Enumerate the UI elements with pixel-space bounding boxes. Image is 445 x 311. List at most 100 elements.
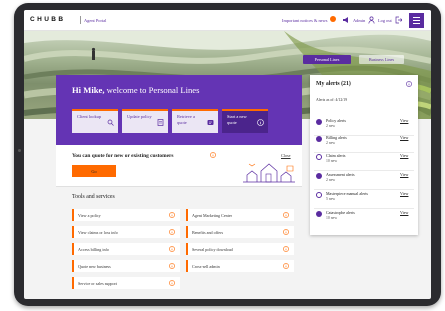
new-quote-card: You can quote for new or existing custom…: [56, 145, 302, 187]
tab-personal-lines[interactable]: Personal Lines: [303, 55, 351, 64]
document-icon: [157, 119, 164, 126]
tool-label: Quote new business: [78, 263, 111, 269]
alerts-date: Alerts as of: 4/12/19: [316, 98, 348, 102]
app-screen: CHUBB Agent Portal Important notices & n…: [24, 10, 431, 299]
claim-alert-icon: [316, 154, 322, 160]
go-button[interactable]: Go: [72, 165, 116, 177]
admin-link[interactable]: Admin: [353, 18, 365, 23]
info-icon: [257, 119, 264, 126]
notification-badge: [330, 16, 336, 22]
masterpiece-alert-icon: [316, 192, 322, 198]
update-policy-label: Update policy: [127, 114, 152, 119]
tool-policy-download[interactable]: Several policy download: [186, 243, 294, 255]
retrieve-quote-label: Retrieve a quote: [177, 114, 195, 125]
info-icon: [283, 246, 289, 252]
megaphone-icon[interactable]: [342, 16, 350, 24]
tool-quote-new-business[interactable]: Quote new business: [72, 260, 180, 272]
welcome-heading: Hi Mike, welcome to Personal Lines: [72, 85, 199, 95]
quote-icon: [207, 120, 214, 125]
alert-row-assessment[interactable]: Assessment alerts 2 new View: [314, 171, 414, 190]
start-new-quote-button[interactable]: Start a new quote: [222, 109, 268, 133]
tool-view-policy[interactable]: View a policy: [72, 209, 180, 221]
tool-service-support[interactable]: Service or sales support: [72, 277, 180, 289]
info-icon: [283, 229, 289, 235]
tool-label: Benefits and offers: [192, 229, 224, 235]
tool-view-claims[interactable]: View claims or loss info: [72, 226, 180, 238]
tool-benefits-offers[interactable]: Benefits and offers: [186, 226, 294, 238]
logout-link[interactable]: Log out: [378, 18, 392, 23]
alerts-title: My alerts (21): [316, 81, 351, 87]
tool-label: Service or sales support: [78, 280, 117, 286]
camera-dot: [18, 149, 21, 152]
info-icon: [169, 212, 175, 218]
alert-count: 2 new: [326, 141, 336, 145]
info-icon[interactable]: [210, 152, 216, 158]
alert-count: 10 new: [326, 216, 338, 220]
update-policy-button[interactable]: Update policy: [122, 109, 168, 133]
view-link[interactable]: View: [400, 118, 408, 123]
alert-row-billing[interactable]: Billing alerts 2 new View: [314, 134, 414, 153]
tool-cross-sell-admin[interactable]: Cross-sell admin: [186, 260, 294, 272]
welcome-panel: Hi Mike, welcome to Personal Lines Clien…: [56, 75, 302, 145]
policy-alert-icon: [316, 119, 322, 125]
info-icon: [169, 229, 175, 235]
view-link[interactable]: View: [400, 172, 408, 177]
user-icon[interactable]: [368, 16, 375, 24]
alert-label: Catastrophe alerts: [326, 210, 355, 215]
alerts-panel: My alerts (21) Alerts as of: 4/12/19 Pol…: [310, 75, 418, 235]
alert-label: Masterpiece manual alerts: [326, 191, 368, 196]
tool-label: Agent Marketing Center: [192, 212, 233, 218]
tab-business-lines[interactable]: Business Lines: [359, 55, 404, 64]
alert-count: 2 new: [326, 178, 336, 182]
info-icon: [283, 212, 289, 218]
top-header: CHUBB Agent Portal Important notices & n…: [24, 10, 431, 31]
view-link[interactable]: View: [400, 191, 408, 196]
tool-access-billing[interactable]: Access billing info: [72, 243, 180, 255]
houses-illustration: [243, 163, 295, 183]
chubb-logo[interactable]: CHUBB: [30, 16, 65, 23]
quote-message: You can quote for new or existing custom…: [72, 153, 174, 159]
tablet-frame: CHUBB Agent Portal Important notices & n…: [14, 3, 441, 306]
info-icon: [169, 280, 175, 286]
alert-label: Policy alerts: [326, 118, 346, 123]
notices-link[interactable]: Important notices & news: [282, 18, 327, 23]
start-new-quote-label: Start a new quote: [227, 114, 247, 125]
alert-count: 2 new: [326, 124, 336, 128]
info-icon: [283, 263, 289, 269]
alert-row-catastrophe[interactable]: Catastrophe alerts 10 new View: [314, 209, 414, 228]
alert-row-claim[interactable]: Claim alerts 10 new View: [314, 152, 414, 171]
client-lookup-label: Client lookup: [77, 114, 102, 119]
view-link[interactable]: View: [400, 153, 408, 158]
search-icon: [107, 119, 114, 126]
tools-heading: Tools and services: [72, 194, 115, 200]
greeting-text: welcome to Personal Lines: [104, 85, 200, 95]
hamburger-menu-button[interactable]: [409, 13, 424, 28]
client-lookup-button[interactable]: Client lookup: [72, 109, 118, 133]
portal-name: Agent Portal: [84, 18, 107, 23]
alert-count: 10 new: [326, 159, 338, 163]
info-icon: [169, 263, 175, 269]
billing-alert-icon: [316, 136, 322, 142]
tool-label: Access billing info: [78, 246, 109, 252]
tool-label: Several policy download: [192, 246, 233, 252]
info-icon: [169, 246, 175, 252]
retrieve-quote-button[interactable]: Retrieve a quote: [172, 109, 218, 133]
tool-agent-marketing[interactable]: Agent Marketing Center: [186, 209, 294, 221]
tool-label: View a policy: [78, 212, 101, 218]
view-link[interactable]: View: [400, 135, 408, 140]
alert-label: Billing alerts: [326, 135, 347, 140]
alert-label: Assessment alerts: [326, 172, 355, 177]
logout-icon[interactable]: [395, 16, 402, 24]
line-of-business-tabs: Personal Lines Business Lines: [302, 55, 422, 68]
tool-label: View claims or loss info: [78, 229, 118, 235]
alert-count: 5 new: [326, 197, 336, 201]
assessment-alert-icon: [316, 173, 322, 179]
alert-row-masterpiece[interactable]: Masterpiece manual alerts 5 new View: [314, 190, 414, 209]
header-divider: [80, 16, 81, 24]
view-link[interactable]: View: [400, 210, 408, 215]
alert-label: Claim alerts: [326, 153, 346, 158]
greeting-name: Hi Mike,: [72, 85, 105, 95]
tool-label: Cross-sell admin: [192, 263, 220, 269]
info-icon[interactable]: [406, 81, 412, 87]
catastrophe-alert-icon: [316, 211, 322, 217]
